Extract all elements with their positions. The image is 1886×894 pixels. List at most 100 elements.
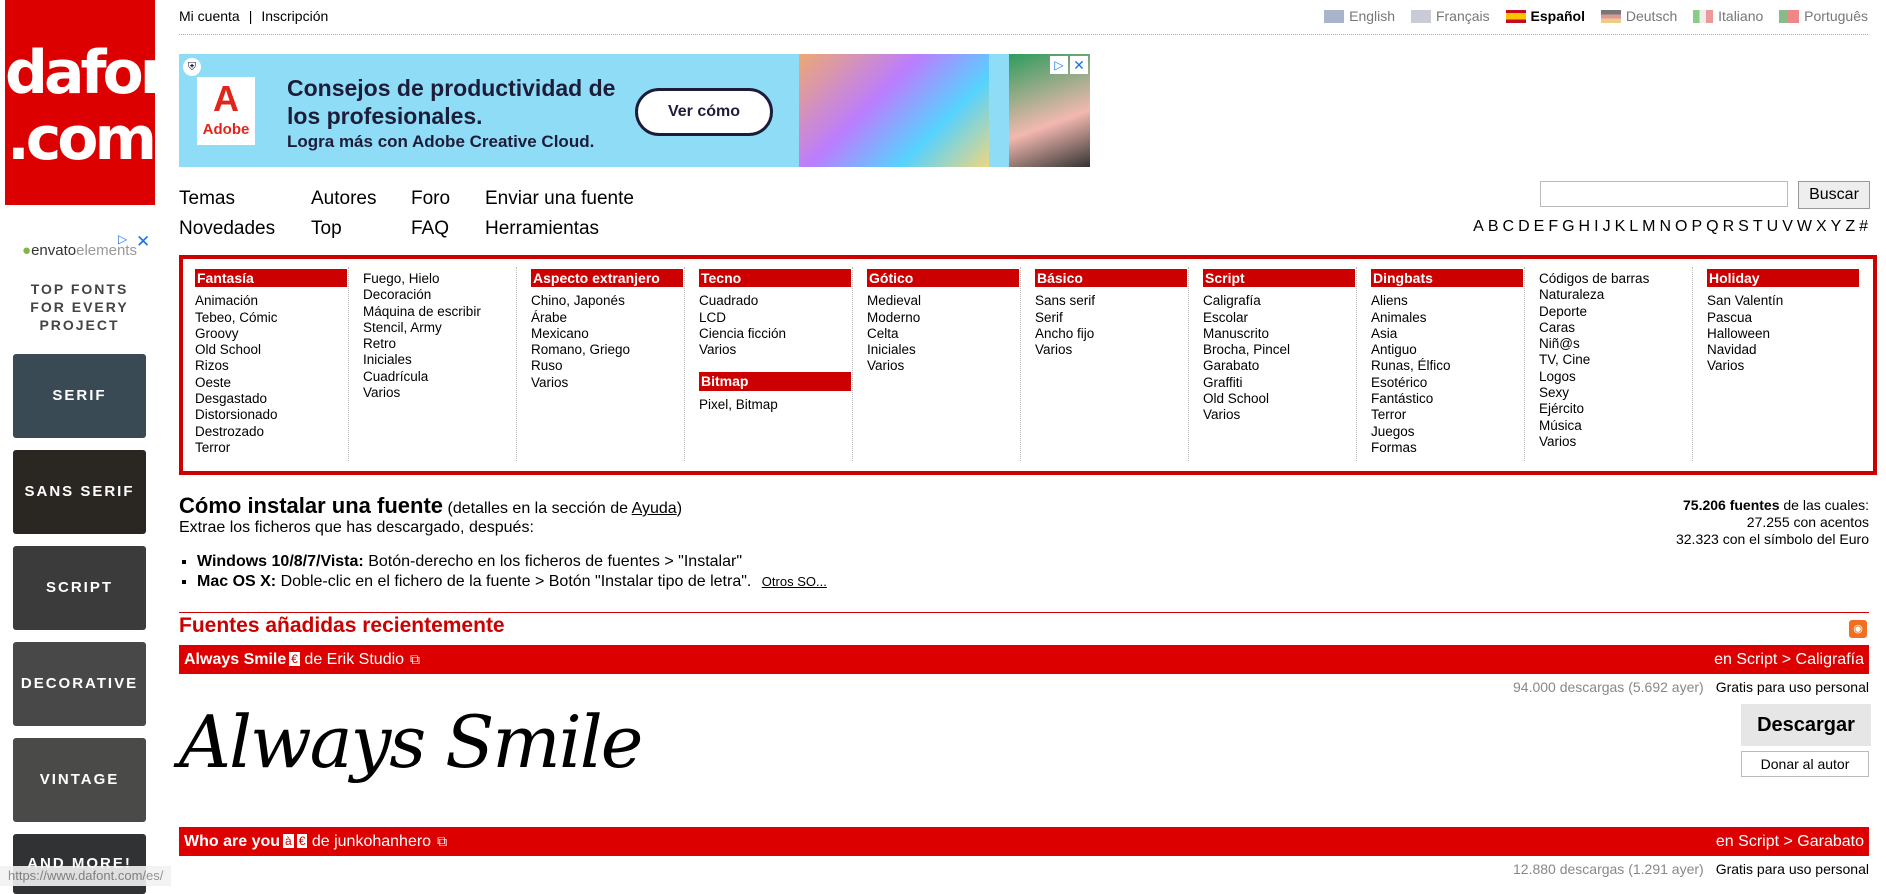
letter-link[interactable]: B bbox=[1488, 218, 1499, 235]
letter-link[interactable]: G bbox=[1562, 218, 1574, 235]
letter-link[interactable]: W bbox=[1797, 218, 1812, 235]
category-link[interactable]: Terror bbox=[195, 440, 347, 456]
category-link[interactable]: Celta bbox=[867, 326, 1019, 342]
category-link[interactable]: San Valentín bbox=[1707, 293, 1859, 309]
my-account-link[interactable]: Mi cuenta bbox=[179, 8, 240, 24]
category-link[interactable]: Varios bbox=[363, 385, 515, 401]
nav-themes[interactable]: Temas bbox=[179, 184, 235, 214]
category-link[interactable]: Fantástico bbox=[1371, 391, 1523, 407]
category-link[interactable]: Escolar bbox=[1203, 310, 1355, 326]
lang-german[interactable]: Deutsch bbox=[1600, 8, 1677, 24]
tile-vintage[interactable]: VINTAGE bbox=[13, 738, 146, 822]
category-heading[interactable]: Dingbats bbox=[1371, 269, 1523, 288]
category-link[interactable]: Old School bbox=[1203, 391, 1355, 407]
category-heading[interactable]: Tecno bbox=[699, 269, 851, 288]
letter-link[interactable]: V bbox=[1782, 218, 1793, 235]
help-link[interactable]: Ayuda bbox=[632, 500, 677, 517]
category-link[interactable]: Cuadrícula bbox=[363, 369, 515, 385]
category-link[interactable]: Iniciales bbox=[867, 342, 1019, 358]
category-link[interactable]: Pixel, Bitmap bbox=[699, 397, 851, 413]
category-link[interactable]: Medieval bbox=[867, 293, 1019, 309]
other-os-link[interactable]: Otros SO... bbox=[762, 574, 827, 589]
letter-link[interactable]: J bbox=[1603, 218, 1611, 235]
category-link[interactable]: Garabato bbox=[1203, 358, 1355, 374]
signup-link[interactable]: Inscripción bbox=[261, 8, 328, 24]
lang-english[interactable]: English bbox=[1324, 8, 1395, 24]
category-link[interactable]: Stencil, Army bbox=[363, 320, 515, 336]
category-link[interactable]: Iniciales bbox=[363, 352, 515, 368]
nav-top[interactable]: Top bbox=[311, 214, 342, 244]
letter-link[interactable]: # bbox=[1859, 218, 1868, 235]
category-link[interactable]: Deporte bbox=[1539, 304, 1691, 320]
nav-submit-font[interactable]: Enviar una fuente bbox=[485, 184, 634, 214]
category-link[interactable]: Brocha, Pincel bbox=[1203, 342, 1355, 358]
letter-link[interactable]: F bbox=[1548, 218, 1558, 235]
category-link[interactable]: Runas, Élfico bbox=[1371, 358, 1523, 374]
category-link[interactable]: Sans serif bbox=[1035, 293, 1187, 309]
category-link[interactable]: Oeste bbox=[195, 375, 347, 391]
category-link[interactable]: Códigos de barras bbox=[1539, 271, 1691, 287]
category-link[interactable]: Varios bbox=[867, 358, 1019, 374]
category-link[interactable]: Juegos bbox=[1371, 424, 1523, 440]
category-link[interactable]: Desgastado bbox=[195, 391, 347, 407]
letter-link[interactable]: I bbox=[1594, 218, 1598, 235]
category-link[interactable]: TV, Cine bbox=[1539, 352, 1691, 368]
letter-link[interactable]: D bbox=[1518, 218, 1530, 235]
external-link-icon[interactable]: ⧉ bbox=[410, 645, 420, 674]
author-link[interactable]: Erik Studio bbox=[327, 651, 404, 668]
category-link[interactable]: Varios bbox=[699, 342, 851, 358]
letter-link[interactable]: M bbox=[1642, 218, 1655, 235]
category-link[interactable]: Varios bbox=[1203, 407, 1355, 423]
lang-spanish[interactable]: Español bbox=[1505, 8, 1585, 24]
category-link[interactable]: Tebeo, Cómic bbox=[195, 310, 347, 326]
nav-faq[interactable]: FAQ bbox=[411, 214, 449, 244]
category-link[interactable]: Logos bbox=[1539, 369, 1691, 385]
category-link[interactable]: Ciencia ficción bbox=[699, 326, 851, 342]
letter-link[interactable]: A bbox=[1473, 218, 1484, 235]
category-link[interactable]: Varios bbox=[1035, 342, 1187, 358]
category-link[interactable]: Animación bbox=[195, 293, 347, 309]
lang-italian[interactable]: Italiano bbox=[1693, 8, 1763, 24]
letter-link[interactable]: R bbox=[1723, 218, 1735, 235]
category-link[interactable]: Moderno bbox=[867, 310, 1019, 326]
lang-portuguese[interactable]: Português bbox=[1779, 8, 1868, 24]
category-link[interactable]: Caras bbox=[1539, 320, 1691, 336]
category-link[interactable]: Ancho fijo bbox=[1035, 326, 1187, 342]
category-heading[interactable]: Básico bbox=[1035, 269, 1187, 288]
category-heading[interactable]: Bitmap bbox=[699, 372, 851, 391]
download-button[interactable]: Descargar bbox=[1741, 704, 1871, 746]
category-link[interactable]: Rizos bbox=[195, 358, 347, 374]
category-link[interactable]: Mexicano bbox=[531, 326, 683, 342]
category-link[interactable]: Cuadrado bbox=[699, 293, 851, 309]
font-category-link[interactable]: en Script > Caligrafía bbox=[1714, 645, 1864, 674]
category-link[interactable]: Graffiti bbox=[1203, 375, 1355, 391]
category-link[interactable]: Varios bbox=[531, 375, 683, 391]
adobe-banner-ad[interactable]: ⛨ A Adobe Consejos de productividad de l… bbox=[179, 54, 1090, 167]
letter-link[interactable]: S bbox=[1738, 218, 1749, 235]
category-link[interactable]: Caligrafía bbox=[1203, 293, 1355, 309]
category-link[interactable]: Terror bbox=[1371, 407, 1523, 423]
letter-link[interactable]: Y bbox=[1831, 218, 1842, 235]
category-link[interactable]: Naturaleza bbox=[1539, 287, 1691, 303]
tile-script[interactable]: SCRIPT bbox=[13, 546, 146, 630]
category-heading[interactable]: Aspecto extranjero bbox=[531, 269, 683, 288]
category-link[interactable]: Ruso bbox=[531, 358, 683, 374]
category-link[interactable]: Manuscrito bbox=[1203, 326, 1355, 342]
category-link[interactable]: Ejército bbox=[1539, 401, 1691, 417]
nav-tools[interactable]: Herramientas bbox=[485, 214, 599, 244]
lang-french[interactable]: Français bbox=[1410, 8, 1490, 24]
letter-link[interactable]: K bbox=[1615, 218, 1626, 235]
category-link[interactable]: Varios bbox=[1539, 434, 1691, 450]
letter-link[interactable]: Z bbox=[1845, 218, 1855, 235]
category-link[interactable]: Pascua bbox=[1707, 310, 1859, 326]
ad-cta-button[interactable]: Ver cómo bbox=[635, 88, 773, 136]
letter-link[interactable]: N bbox=[1659, 218, 1671, 235]
letter-link[interactable]: T bbox=[1753, 218, 1763, 235]
letter-link[interactable]: E bbox=[1534, 218, 1545, 235]
category-link[interactable]: Distorsionado bbox=[195, 407, 347, 423]
category-link[interactable]: Sexy bbox=[1539, 385, 1691, 401]
letter-link[interactable]: O bbox=[1675, 218, 1687, 235]
category-link[interactable]: Old School bbox=[195, 342, 347, 358]
letter-link[interactable]: H bbox=[1579, 218, 1591, 235]
category-link[interactable]: Halloween bbox=[1707, 326, 1859, 342]
